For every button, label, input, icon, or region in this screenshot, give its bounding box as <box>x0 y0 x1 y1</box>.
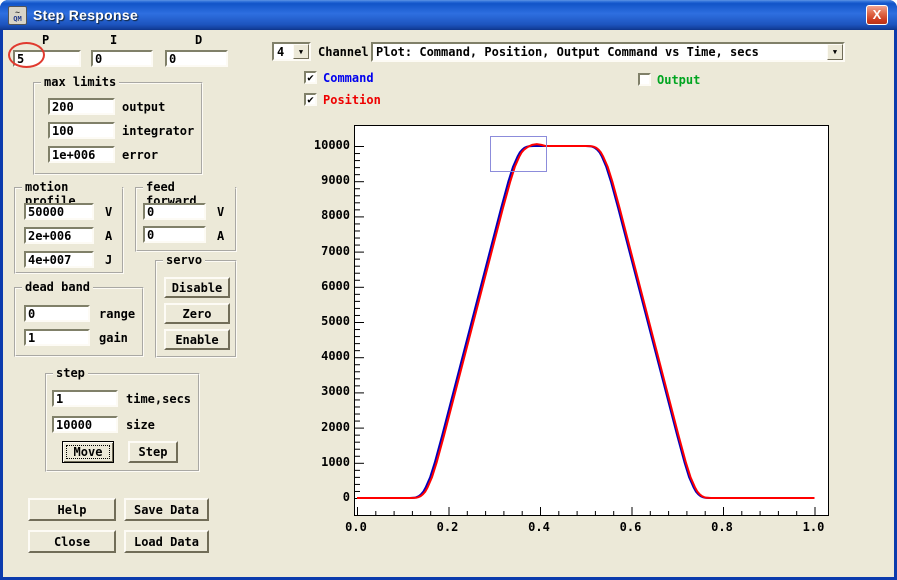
zoom-selection-box[interactable] <box>490 136 547 172</box>
output-limit-label: output <box>122 100 165 114</box>
x-tick-label: 0.4 <box>528 520 550 534</box>
title-bar[interactable]: ~ QM Step Response X <box>0 0 897 30</box>
dialog-body: P I D 4 ▼ Channel Plot: Command, Positio… <box>3 30 894 577</box>
d-input[interactable] <box>165 50 228 67</box>
servo-title: servo <box>163 253 205 267</box>
jerk-input[interactable] <box>24 251 94 268</box>
position-checkbox[interactable]: ✔ <box>304 93 317 106</box>
x-tick-label: 0.8 <box>711 520 733 534</box>
p-value-highlight-circle <box>8 42 45 68</box>
ff-accel-label: A <box>217 229 224 243</box>
help-button[interactable]: Help <box>28 498 116 521</box>
y-axis-labels: 0 1000 2000 3000 4000 5000 6000 7000 8000 9000 100… <box>298 125 353 516</box>
series-command <box>357 146 815 498</box>
y-tick-label: 4000 <box>321 349 350 363</box>
error-limit-label: error <box>122 148 158 162</box>
range-label: range <box>99 307 135 321</box>
jerk-label: J <box>105 253 112 267</box>
gain-input[interactable] <box>24 329 90 346</box>
x-tick-label: 0.2 <box>437 520 459 534</box>
accel-input[interactable] <box>24 227 94 244</box>
step-time-input[interactable] <box>52 390 118 407</box>
app-icon: ~ QM <box>8 6 27 25</box>
p-label: P <box>42 33 49 47</box>
position-checkbox-label: Position <box>323 93 381 107</box>
window-title: Step Response <box>33 7 138 23</box>
y-tick-label: 3000 <box>321 384 350 398</box>
y-tick-label: 9000 <box>321 173 350 187</box>
app-window: ~ QM Step Response X P I D 4 ▼ Channel P… <box>0 0 897 580</box>
ff-accel-input[interactable] <box>143 226 206 243</box>
max-limits-title: max limits <box>41 75 119 89</box>
enable-button[interactable]: Enable <box>164 329 230 350</box>
dead-band-title: dead band <box>22 280 93 294</box>
y-tick-label: 2000 <box>321 420 350 434</box>
plot-canvas <box>355 126 830 517</box>
output-checkbox-label: Output <box>657 73 700 87</box>
y-tick-label: 6000 <box>321 279 350 293</box>
integrator-limit-label: integrator <box>122 124 194 138</box>
y-tick-label: 8000 <box>321 208 350 222</box>
disable-button[interactable]: Disable <box>164 277 230 298</box>
x-tick-label: 0.0 <box>345 520 367 534</box>
move-button[interactable]: Move <box>62 441 114 463</box>
zero-button[interactable]: Zero <box>164 303 230 324</box>
close-button[interactable]: Close <box>28 530 116 553</box>
chevron-down-icon[interactable]: ▼ <box>293 44 309 59</box>
close-icon[interactable]: X <box>866 5 888 25</box>
command-checkbox[interactable]: ✔ <box>304 71 317 84</box>
series-position <box>357 144 815 498</box>
dead-band-group: dead band <box>14 287 144 357</box>
velocity-input[interactable] <box>24 203 94 220</box>
ff-velocity-input[interactable] <box>143 203 206 220</box>
channel-select[interactable]: 4 ▼ <box>272 42 311 61</box>
i-input[interactable] <box>91 50 153 67</box>
range-input[interactable] <box>24 305 90 322</box>
chevron-down-icon[interactable]: ▼ <box>827 44 843 60</box>
error-limit-input[interactable] <box>48 146 115 163</box>
output-checkbox[interactable] <box>638 73 651 86</box>
integrator-limit-input[interactable] <box>48 122 115 139</box>
output-limit-input[interactable] <box>48 98 115 115</box>
x-tick-label: 1.0 <box>803 520 825 534</box>
d-label: D <box>195 33 202 47</box>
gain-label: gain <box>99 331 128 345</box>
i-label: I <box>110 33 117 47</box>
channel-label: Channel <box>318 45 369 59</box>
accel-label: A <box>105 229 112 243</box>
x-axis-labels: 0.00.20.40.60.81.0 <box>354 518 829 538</box>
y-tick-label: 1000 <box>321 455 350 469</box>
y-tick-label: 5000 <box>321 314 350 328</box>
plot-select[interactable]: Plot: Command, Position, Output Command … <box>371 42 845 62</box>
step-size-input[interactable] <box>52 416 118 433</box>
step-size-label: size <box>126 418 155 432</box>
step-title: step <box>53 366 88 380</box>
save-data-button[interactable]: Save Data <box>124 498 209 521</box>
step-response-plot[interactable] <box>354 125 829 516</box>
y-tick-label: 10000 <box>314 138 350 152</box>
step-time-label: time,secs <box>126 392 191 406</box>
command-checkbox-label: Command <box>323 71 374 85</box>
velocity-label: V <box>105 205 112 219</box>
y-tick-label: 7000 <box>321 244 350 258</box>
ff-velocity-label: V <box>217 205 224 219</box>
step-button[interactable]: Step <box>128 441 178 463</box>
x-tick-label: 0.6 <box>620 520 642 534</box>
load-data-button[interactable]: Load Data <box>124 530 209 553</box>
y-tick-label: 0 <box>343 490 350 504</box>
